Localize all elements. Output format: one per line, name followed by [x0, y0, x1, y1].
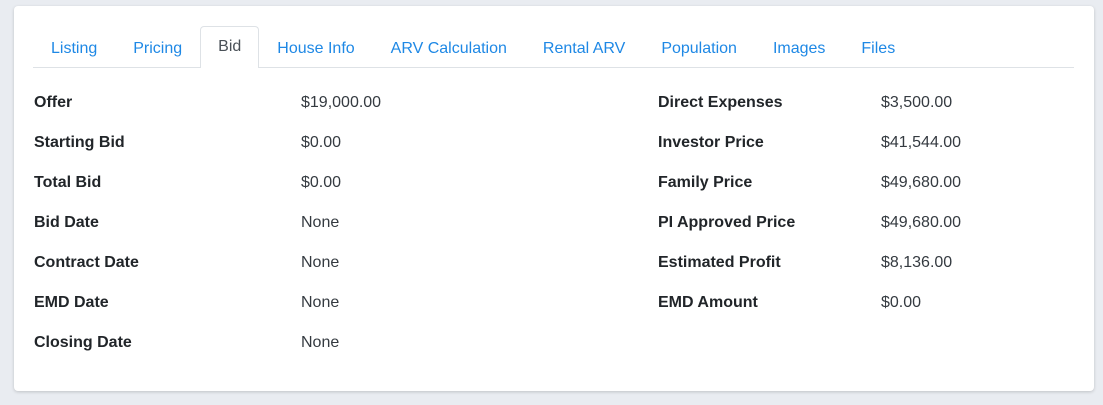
field-label: Investor Price — [658, 134, 764, 151]
field-label: EMD Amount — [658, 294, 758, 311]
field-label: Contract Date — [34, 254, 139, 271]
tab-population[interactable]: Population — [643, 28, 755, 68]
field-value: $0.00 — [301, 134, 342, 151]
tab-arv-calculation[interactable]: ARV Calculation — [373, 28, 525, 68]
field-value: None — [301, 254, 340, 271]
tab-bid[interactable]: Bid — [200, 26, 260, 68]
field-value: $49,680.00 — [881, 174, 962, 191]
field-label: Bid Date — [34, 214, 99, 231]
tab-rental-arv[interactable]: Rental ARV — [525, 28, 643, 68]
field-value: $8,136.00 — [881, 254, 953, 271]
field-value: $0.00 — [881, 294, 922, 311]
tab-house-info[interactable]: House Info — [259, 28, 372, 68]
field-value: None — [301, 214, 340, 231]
field-label: Closing Date — [34, 334, 132, 351]
field-label: EMD Date — [34, 294, 109, 311]
tab-files[interactable]: Files — [843, 28, 913, 68]
field-label: Family Price — [658, 174, 753, 191]
field-value: $41,544.00 — [881, 134, 962, 151]
field-label: PI Approved Price — [658, 214, 796, 231]
bid-card: Listing Pricing Bid House Info ARV Calcu… — [14, 6, 1094, 391]
tab-pricing[interactable]: Pricing — [115, 28, 200, 68]
field-label: Starting Bid — [34, 134, 125, 151]
field-value: None — [301, 294, 340, 311]
field-value: $3,500.00 — [881, 94, 953, 111]
field-label: Offer — [34, 94, 73, 111]
field-value: None — [301, 334, 340, 351]
field-label: Total Bid — [34, 174, 102, 191]
tab-bar: Listing Pricing Bid House Info ARV Calcu… — [33, 26, 1074, 68]
tab-images[interactable]: Images — [755, 28, 843, 68]
field-label: Direct Expenses — [658, 94, 783, 111]
field-value: $0.00 — [301, 174, 342, 191]
field-value: $19,000.00 — [301, 94, 382, 111]
field-value: $49,680.00 — [881, 214, 962, 231]
field-label: Estimated Profit — [658, 254, 781, 271]
tab-listing[interactable]: Listing — [33, 28, 115, 68]
